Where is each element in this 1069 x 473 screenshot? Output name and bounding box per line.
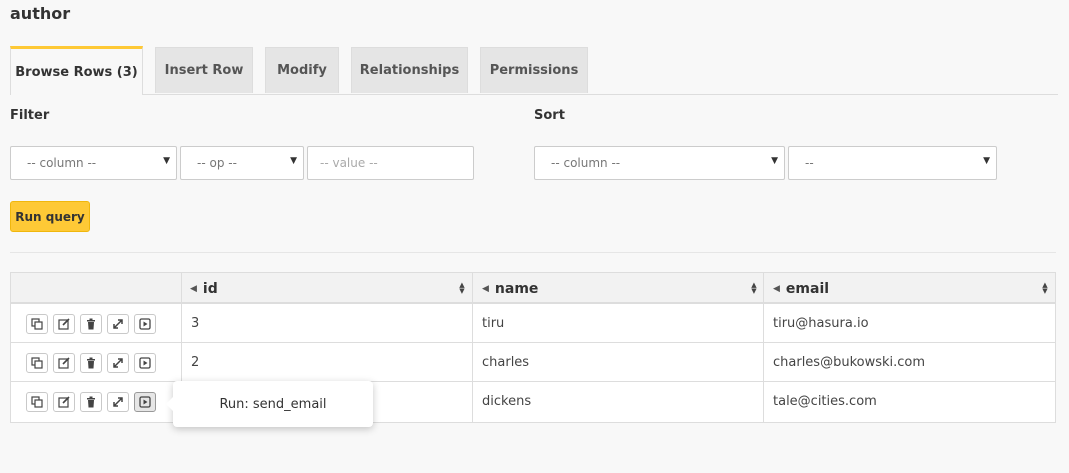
filter-column-value: -- column --: [27, 156, 97, 170]
expand-icon: [113, 358, 123, 368]
column-header-label: name: [494, 280, 539, 297]
cell-name[interactable]: dickens: [482, 382, 531, 420]
filter-column-select[interactable]: -- column -- ▼: [10, 146, 177, 180]
row-actions: [26, 392, 156, 412]
expand-row-button[interactable]: [107, 353, 129, 373]
sort-order-value: --: [805, 156, 814, 170]
clone-icon: [31, 357, 43, 369]
cell-id[interactable]: 2: [191, 343, 199, 381]
sort-order-select[interactable]: -- ▼: [788, 146, 997, 180]
run-event-icon: [139, 318, 151, 330]
tab-browse-rows[interactable]: Browse Rows (3): [10, 46, 143, 95]
cell-id[interactable]: 3: [191, 304, 199, 342]
caret-left-icon: ◀: [482, 283, 489, 294]
clone-icon: [31, 318, 43, 330]
sort-column-value: -- column --: [551, 156, 621, 170]
trash-icon: [87, 396, 95, 408]
filter-value-input[interactable]: -- value --: [307, 146, 474, 180]
run-event-icon: [139, 357, 151, 369]
invoke-trigger-button[interactable]: [134, 392, 156, 412]
column-header-name[interactable]: ◀ name ▲ ▼: [482, 273, 765, 304]
dropdown-arrow-icon: ▼: [163, 156, 170, 166]
sort-label: Sort: [534, 108, 565, 123]
page-title: author: [10, 4, 71, 23]
delete-row-button[interactable]: [80, 353, 102, 373]
edit-icon: [58, 396, 70, 408]
table-header: ◀ id ▲ ▼ ◀ name ▲ ▼ ◀ email ▲ ▼: [11, 273, 1055, 304]
cell-name[interactable]: charles: [482, 343, 529, 381]
table-row: 3 tiru tiru@hasura.io: [11, 304, 1055, 343]
table-row: 2 charles charles@bukowski.com: [11, 343, 1055, 382]
column-divider: [763, 273, 764, 422]
run-event-icon: [139, 396, 151, 408]
column-header-email[interactable]: ◀ email ▲ ▼: [773, 273, 1056, 304]
filter-op-select[interactable]: -- op -- ▼: [180, 146, 304, 180]
tab-relationships[interactable]: Relationships: [351, 47, 468, 93]
expand-icon: [113, 319, 123, 329]
sort-icon[interactable]: ▲ ▼: [1041, 281, 1049, 295]
edit-icon: [58, 357, 70, 369]
clone-row-button[interactable]: [26, 314, 48, 334]
tab-permissions[interactable]: Permissions: [480, 47, 588, 93]
dropdown-arrow-icon: ▼: [983, 156, 990, 166]
clone-row-button[interactable]: [26, 392, 48, 412]
cell-name[interactable]: tiru: [482, 304, 504, 342]
tab-modify[interactable]: Modify: [265, 47, 339, 93]
cell-email[interactable]: tale@cities.com: [773, 382, 877, 420]
invoke-trigger-button[interactable]: [134, 314, 156, 334]
sort-column-select[interactable]: -- column -- ▼: [534, 146, 785, 180]
column-divider: [472, 273, 473, 422]
tab-bar: Browse Rows (3) Insert Row Modify Relati…: [10, 46, 1058, 95]
sort-icon[interactable]: ▲ ▼: [750, 281, 758, 295]
clone-icon: [31, 396, 43, 408]
row-actions: [26, 314, 156, 334]
clone-row-button[interactable]: [26, 353, 48, 373]
action-tooltip: Run: send_email: [166, 381, 373, 427]
expand-row-button[interactable]: [107, 392, 129, 412]
tab-insert-row[interactable]: Insert Row: [155, 47, 253, 93]
edit-icon: [58, 318, 70, 330]
expand-row-button[interactable]: [107, 314, 129, 334]
invoke-trigger-button[interactable]: [134, 353, 156, 373]
trash-icon: [87, 357, 95, 369]
column-header-id[interactable]: ◀ id ▲ ▼: [190, 273, 473, 304]
expand-icon: [113, 397, 123, 407]
dropdown-arrow-icon: ▼: [290, 156, 297, 166]
trash-icon: [87, 318, 95, 330]
caret-left-icon: ◀: [773, 283, 780, 294]
filter-label: Filter: [10, 108, 50, 123]
cell-email[interactable]: tiru@hasura.io: [773, 304, 869, 342]
column-header-label: id: [202, 280, 218, 297]
delete-row-button[interactable]: [80, 392, 102, 412]
cell-email[interactable]: charles@bukowski.com: [773, 343, 925, 381]
divider: [10, 252, 1056, 253]
row-actions: [26, 353, 156, 373]
edit-row-button[interactable]: [53, 392, 75, 412]
edit-row-button[interactable]: [53, 314, 75, 334]
sort-icon[interactable]: ▲ ▼: [458, 281, 466, 295]
delete-row-button[interactable]: [80, 314, 102, 334]
filter-value-placeholder: -- value --: [320, 156, 378, 170]
filter-op-value: -- op --: [197, 156, 237, 170]
edit-row-button[interactable]: [53, 353, 75, 373]
column-header-label: email: [785, 280, 830, 297]
run-query-button[interactable]: Run query: [10, 201, 90, 232]
dropdown-arrow-icon: ▼: [771, 156, 778, 166]
caret-left-icon: ◀: [190, 283, 197, 294]
